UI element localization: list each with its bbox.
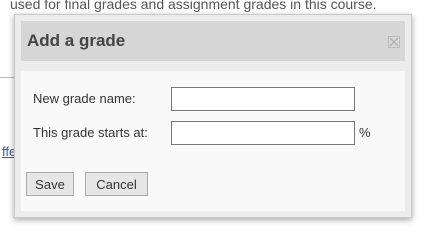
save-button[interactable]: Save [26,172,74,196]
dialog-title: Add a grade [27,31,126,50]
percent-suffix: % [359,125,371,140]
add-grade-dialog: Add a grade New grade name: This grade s… [14,14,412,218]
grade-name-label: New grade name: [33,91,136,106]
grade-start-label: This grade starts at: [33,125,148,140]
cancel-button[interactable]: Cancel [85,172,148,196]
background-divider [0,77,14,78]
dialog-titlebar[interactable]: Add a grade [21,21,405,61]
close-icon[interactable] [388,36,400,48]
background-course-text: used for final grades and assignment gra… [10,0,377,12]
dialog-body: New grade name: This grade starts at: % … [21,71,405,211]
grade-name-input[interactable] [171,87,355,111]
page: used for final grades and assignment gra… [0,0,442,241]
grade-start-input[interactable] [171,121,355,145]
